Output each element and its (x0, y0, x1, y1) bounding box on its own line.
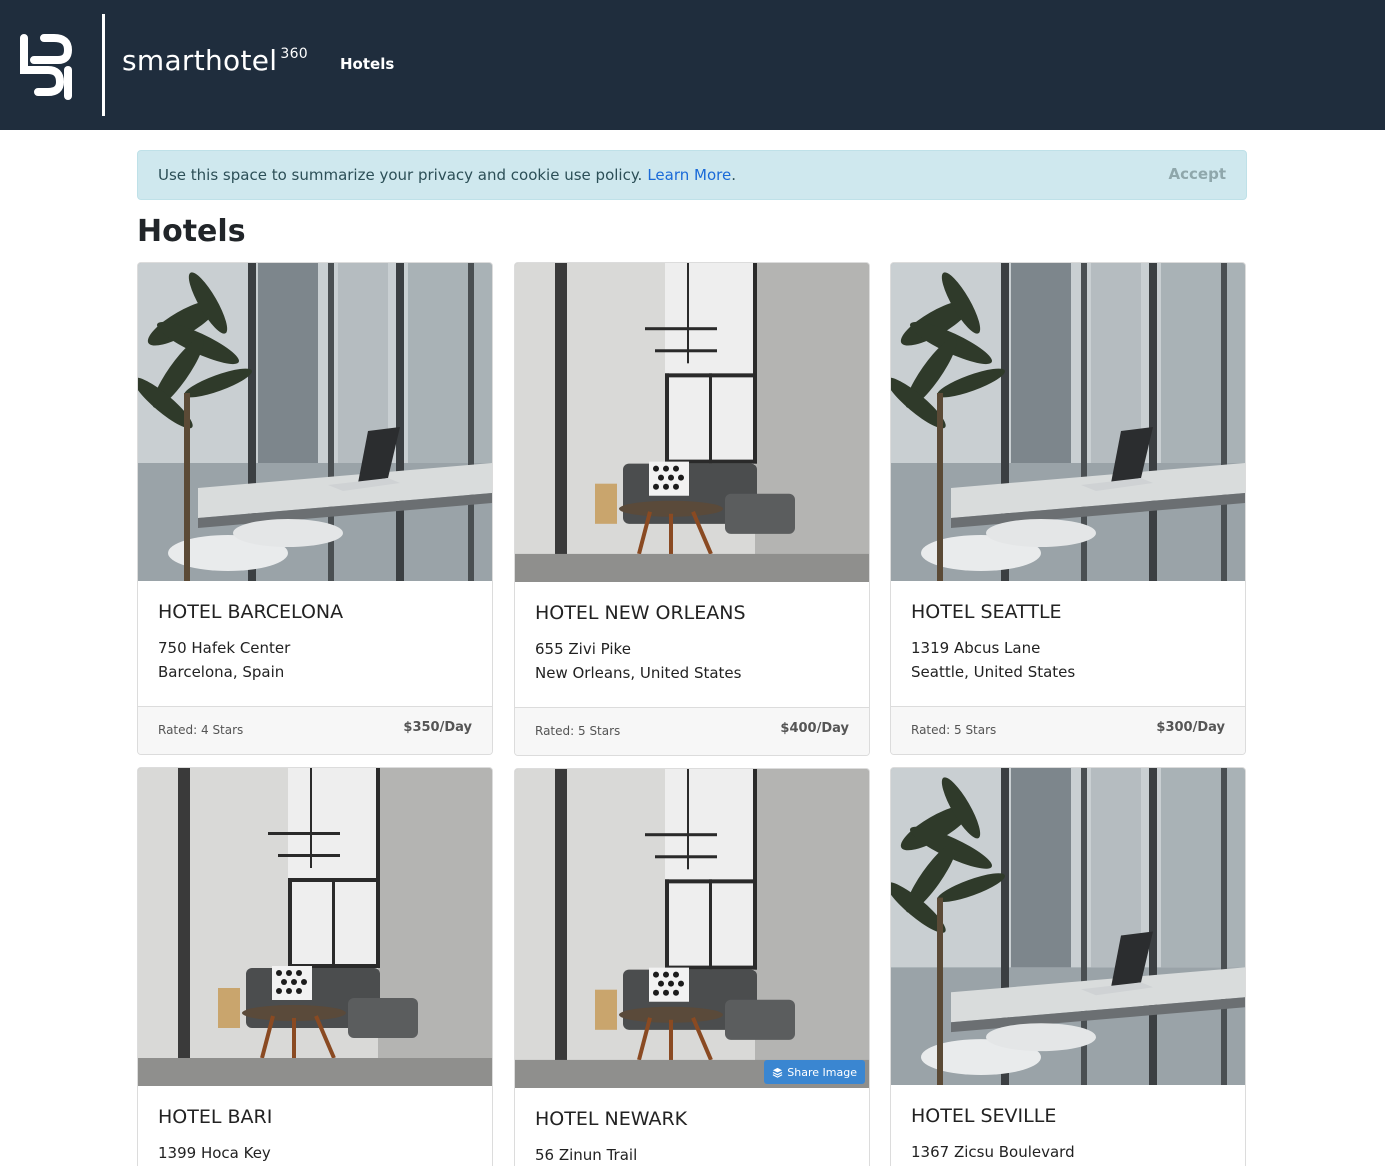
share-image-label: Share Image (787, 1065, 857, 1079)
card-footer: Rated: 5 Stars $400/Day (515, 707, 869, 755)
learn-more-link[interactable]: Learn More (647, 166, 731, 184)
accept-button[interactable]: Accept (1169, 165, 1226, 183)
hotel-price: $350/Day (403, 720, 472, 735)
hotel-city: Barcelona, Spain (158, 663, 285, 681)
hotel-card[interactable]: HOTEL SEVILLE 1367 Zicsu Boulevard (890, 767, 1246, 1166)
hotel-card[interactable]: Share Image HOTEL NEWARK 56 Zinun Trail (514, 768, 870, 1166)
hotel-price: $400/Day (780, 721, 849, 736)
living-room-photo[interactable] (138, 768, 492, 1086)
office-window-photo[interactable] (891, 263, 1245, 581)
layers-icon (772, 1067, 783, 1078)
hotel-address: 1399 Hoca Key (158, 1144, 271, 1162)
hotel-card[interactable]: HOTEL SEATTLE 1319 Abcus Lane Seattle, U… (890, 262, 1246, 755)
top-navbar: smarthotel 360 Hotels (0, 0, 1385, 130)
cookie-period: . (731, 166, 737, 184)
living-room-photo[interactable]: Share Image (515, 769, 869, 1088)
hotel-address: 750 Hafek Center (158, 639, 291, 657)
hotel-address: 1367 Zicsu Boulevard (911, 1143, 1075, 1161)
cookie-message: Use this space to summarize your privacy… (158, 166, 643, 184)
hotel-address: 1319 Abcus Lane (911, 639, 1041, 657)
hotel-city: Seattle, United States (911, 663, 1076, 681)
cookie-banner: Use this space to summarize your privacy… (137, 150, 1247, 200)
hotel-rating: Rated: 5 Stars (911, 723, 997, 737)
hotel-rating: Rated: 5 Stars (535, 724, 621, 738)
hotel-name[interactable]: HOTEL SEATTLE (911, 601, 1062, 623)
living-room-photo[interactable] (515, 263, 869, 582)
office-window-photo[interactable] (891, 768, 1245, 1085)
brand-text: smarthotel (122, 44, 278, 77)
hotel-name[interactable]: HOTEL NEWARK (535, 1108, 687, 1130)
brand-superscript: 360 (280, 46, 308, 62)
hotel-name[interactable]: HOTEL BARI (158, 1106, 272, 1128)
hotel-card[interactable]: HOTEL BARCELONA 750 Hafek Center Barcelo… (137, 262, 493, 755)
hotel-card[interactable]: HOTEL BARI 1399 Hoca Key (137, 767, 493, 1166)
hotel-name[interactable]: HOTEL NEW ORLEANS (535, 602, 746, 624)
hotel-address: 655 Zivi Pike (535, 640, 631, 658)
hotel-address: 56 Zinun Trail (535, 1146, 638, 1164)
page-title: Hotels (137, 214, 246, 249)
office-window-photo[interactable] (138, 263, 492, 581)
share-image-button[interactable]: Share Image (764, 1060, 865, 1084)
hotel-name[interactable]: HOTEL BARCELONA (158, 601, 343, 623)
smarthotel-logo-icon[interactable] (14, 30, 78, 100)
hotel-rating: Rated: 4 Stars (158, 723, 244, 737)
hotel-name[interactable]: HOTEL SEVILLE (911, 1105, 1056, 1127)
card-footer: Rated: 4 Stars $350/Day (138, 706, 492, 754)
hotel-price: $300/Day (1156, 720, 1225, 735)
card-footer: Rated: 5 Stars $300/Day (891, 706, 1245, 754)
logo-divider (102, 14, 105, 116)
hotel-city: New Orleans, United States (535, 664, 742, 682)
brand-name[interactable]: smarthotel 360 (122, 44, 308, 77)
hotel-card[interactable]: HOTEL NEW ORLEANS 655 Zivi Pike New Orle… (514, 262, 870, 756)
nav-link-hotels[interactable]: Hotels (340, 55, 394, 73)
